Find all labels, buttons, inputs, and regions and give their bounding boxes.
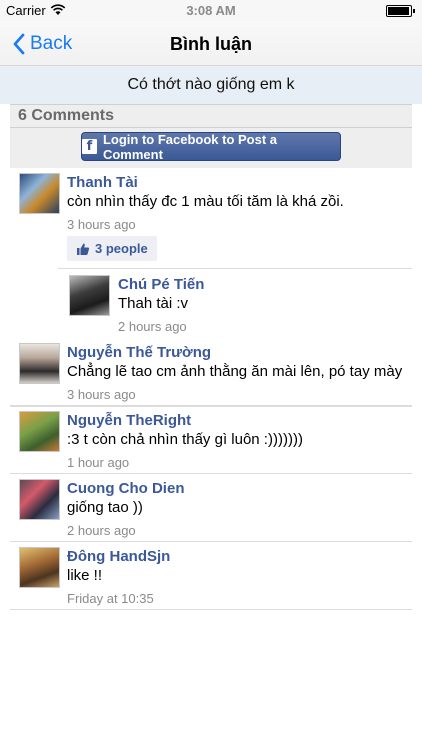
avatar[interactable] xyxy=(19,547,60,588)
status-bar: Carrier 3:08 AM xyxy=(0,0,422,22)
battery-icon xyxy=(386,5,415,17)
page-title: Bình luận xyxy=(170,34,252,54)
reply-time: 2 hours ago xyxy=(118,319,187,334)
reply-author[interactable]: Chú Pé Tiến xyxy=(118,276,204,293)
login-area: f Login to Facebook to Post a Comment xyxy=(10,128,412,168)
comment-time: 1 hour ago xyxy=(67,455,130,470)
comment-text: giống tao )) xyxy=(67,499,143,516)
comment-author[interactable]: Thanh Tài xyxy=(67,174,138,191)
comment-text: còn nhìn thấy đc 1 màu tối tăm là khá zồ… xyxy=(67,193,344,210)
navigation-bar: Back Bình luận xyxy=(0,22,422,66)
comment-time: 3 hours ago xyxy=(67,387,136,402)
facebook-login-button[interactable]: f Login to Facebook to Post a Comment xyxy=(81,131,341,162)
thumbs-up-icon xyxy=(77,243,90,255)
avatar[interactable] xyxy=(19,479,60,520)
comment-author[interactable]: Nguyễn TheRight xyxy=(67,412,191,429)
comment-item: Nguyễn TheRight :3 t còn chả nhìn thấy g… xyxy=(10,406,412,474)
facebook-icon: f xyxy=(82,139,97,154)
comment-author[interactable]: Nguyễn Thế Trường xyxy=(67,344,211,361)
clock: 3:08 AM xyxy=(186,3,236,18)
comment-time: 2 hours ago xyxy=(67,523,136,538)
comment-item: Đông HandSjn like !! Friday at 10:35 xyxy=(10,542,412,610)
comment-text: :3 t còn chả nhìn thấy gì luôn :))))))) xyxy=(67,431,303,448)
reply-divider xyxy=(58,268,412,269)
comment-item: Nguyễn Thế Trường Chẳng lẽ tao cm ảnh th… xyxy=(10,338,412,406)
login-button-label: Login to Facebook to Post a Comment xyxy=(102,131,278,162)
comment-time: Friday at 10:35 xyxy=(67,591,154,606)
comment-text: like !! xyxy=(67,567,103,584)
avatar[interactable] xyxy=(19,173,60,214)
comment-author[interactable]: Cuong Cho Dien xyxy=(67,480,184,497)
likes-badge[interactable]: 3 people xyxy=(67,236,157,261)
likes-count: 3 people xyxy=(95,241,148,256)
comment-item: Cuong Cho Dien giống tao )) 2 hours ago xyxy=(10,474,412,542)
comment-author[interactable]: Đông HandSjn xyxy=(67,548,170,565)
avatar[interactable] xyxy=(19,411,60,452)
comment-time: 3 hours ago xyxy=(67,217,136,232)
avatar[interactable] xyxy=(19,343,60,384)
post-title: Có thớt nào giống em k xyxy=(0,66,422,104)
comment-text: Chẳng lẽ tao cm ảnh thằng ăn mài lên, pó… xyxy=(67,363,403,380)
comments-count: 6 Comments xyxy=(10,104,412,128)
reply-text: Thah tài :v xyxy=(118,295,189,312)
avatar[interactable] xyxy=(69,275,110,316)
